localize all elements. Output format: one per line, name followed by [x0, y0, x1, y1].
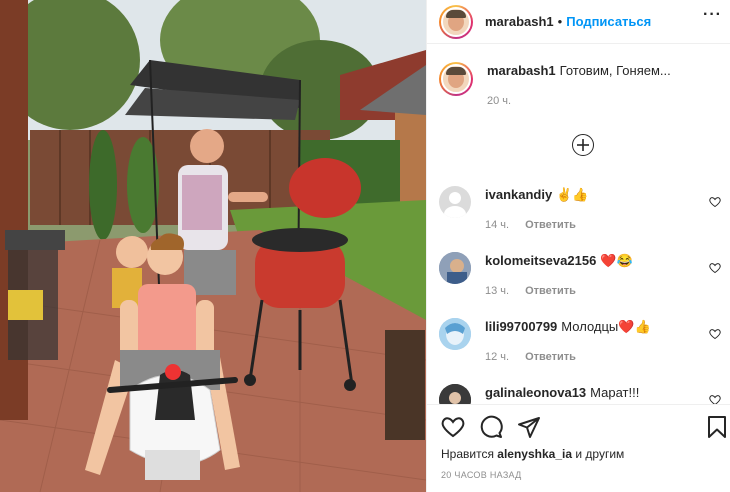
profile-photo [439, 318, 471, 350]
likes-suffix[interactable]: и другим [575, 447, 624, 461]
comment-icon[interactable] [479, 415, 503, 439]
follow-button[interactable]: Подписаться [566, 14, 651, 29]
post-actions-bar [427, 404, 730, 448]
reply-button[interactable]: Ответить [525, 282, 576, 300]
commenter-avatar[interactable] [439, 384, 471, 404]
comment-time: 14 ч. [485, 219, 510, 231]
post-caption: marabash1 Готовим, Гоняем... 20 ч. [427, 44, 730, 110]
post-timestamp: 20 ЧАСОВ НАЗАД [441, 470, 522, 480]
like-comment-heart-icon[interactable] [709, 394, 721, 404]
comment-username[interactable]: galinaleonova13 [485, 385, 586, 400]
commenter-avatar[interactable] [439, 186, 471, 218]
default-avatar-icon [444, 192, 466, 218]
load-more-comments-button[interactable] [572, 134, 594, 156]
like-comment-heart-icon[interactable] [709, 328, 721, 340]
profile-photo [439, 252, 471, 284]
reply-button[interactable]: Ответить [525, 216, 576, 234]
author-avatar[interactable] [439, 4, 473, 39]
share-icon[interactable] [517, 415, 541, 439]
comment-text: Марат!!! [590, 385, 640, 400]
comment-time: 12 ч. [485, 351, 510, 363]
like-comment-heart-icon[interactable] [709, 262, 721, 274]
comment-time: 13 ч. [485, 285, 510, 297]
commenter-avatar[interactable] [439, 318, 471, 350]
author-username[interactable]: marabash1 [485, 14, 554, 29]
caption-time: 20 ч. [487, 95, 512, 107]
comment-text: ❤️😂 [600, 253, 633, 268]
comment-item: galinaleonova13 Марат!!! [439, 384, 723, 404]
likes-user-link[interactable]: alenyshka_ia [497, 447, 572, 461]
reply-button[interactable]: Ответить [525, 348, 576, 366]
commenter-avatar[interactable] [439, 252, 471, 284]
comment-item: lili99700799 Молодцы❤️👍 12 ч. Ответить [439, 318, 723, 366]
comment-item: kolomeitseva2156 ❤️😂 13 ч. Ответить [439, 252, 723, 300]
profile-photo [439, 384, 471, 404]
comment-text: ✌️👍 [556, 187, 589, 202]
plus-circle-icon [577, 139, 589, 151]
comment-username[interactable]: kolomeitseva2156 [485, 253, 596, 268]
caption-avatar[interactable] [439, 62, 473, 96]
separator-dot: • [557, 14, 563, 29]
more-options-icon[interactable]: ··· [703, 6, 722, 24]
bookmark-icon[interactable] [705, 415, 729, 439]
likes-summary: Нравится alenyshka_ia и другим [441, 447, 624, 461]
heart-icon[interactable] [441, 415, 465, 439]
comment-item: ivankandiy ✌️👍 14 ч. Ответить [439, 186, 723, 234]
caption-username[interactable]: marabash1 [487, 63, 556, 78]
likes-prefix: Нравится [441, 447, 494, 461]
like-comment-heart-icon[interactable] [709, 196, 721, 208]
caption-text: Готовим, Гоняем... [559, 63, 671, 78]
post-sidebar: marabash1 • Подписаться ··· marabash1 Гот… [426, 0, 730, 492]
comment-username[interactable]: lili99700799 [485, 319, 557, 334]
comment-text: Молодцы❤️👍 [561, 319, 651, 334]
post-photo[interactable] [0, 0, 426, 492]
photo-illustration [0, 0, 426, 492]
comment-username[interactable]: ivankandiy [485, 187, 552, 202]
post-header: marabash1 • Подписаться ··· [427, 0, 730, 44]
